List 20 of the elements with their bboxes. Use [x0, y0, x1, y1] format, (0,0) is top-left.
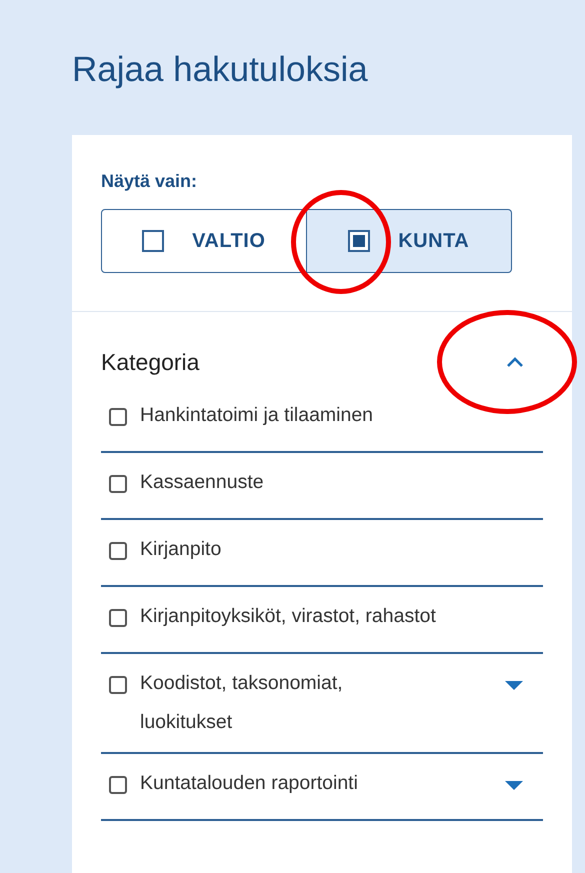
toggle-option[interactable]: VALTIO [101, 209, 306, 273]
panel-title: Rajaa hakutuloksia [72, 49, 368, 91]
checkbox[interactable] [109, 408, 127, 426]
category-option[interactable]: Kirjanpitoyksiköt, virastot, rahastot [140, 597, 523, 636]
toggle-option[interactable]: KUNTA [306, 209, 512, 273]
checkbox[interactable] [109, 609, 127, 627]
category-option[interactable]: Kirjanpito [140, 530, 523, 569]
dropdown-arrow-icon[interactable] [505, 781, 523, 790]
category-option[interactable]: Kuntatalouden raportointi [140, 764, 440, 803]
dropdown-arrow-icon[interactable] [505, 681, 523, 690]
chevron-icon [506, 356, 524, 368]
filter-label: Näytä vain: [101, 170, 198, 193]
checkbox[interactable] [109, 676, 127, 694]
category-option[interactable]: Kassaennuste [140, 463, 523, 502]
category-option[interactable]: Koodistot, taksonomiat, luokitukset [140, 664, 440, 742]
section-heading: Kategoria [101, 348, 200, 377]
category-option[interactable]: Hankintatoimi ja tilaaminen [140, 396, 523, 435]
checkbox[interactable] [109, 475, 127, 493]
checkbox[interactable] [109, 542, 127, 560]
checkbox[interactable] [109, 776, 127, 794]
